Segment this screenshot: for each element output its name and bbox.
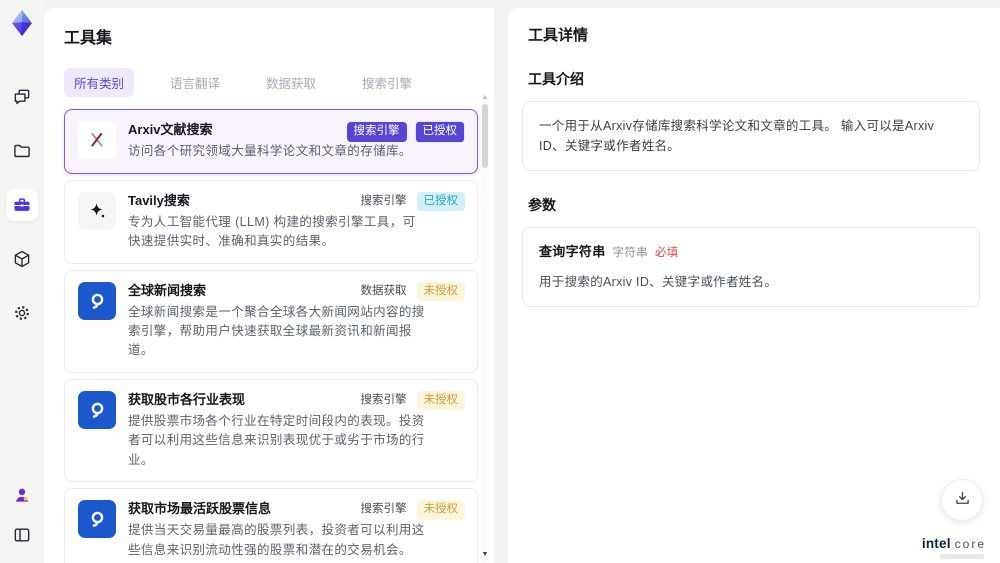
- rail-nav: [6, 81, 38, 329]
- sidebar-toggle-icon[interactable]: [6, 519, 38, 551]
- page-title: 工具集: [64, 30, 113, 47]
- content-area: 工具集 所有类别 语言翻译 数据获取 搜索引擎 Arxiv文献搜索 访问各个研究…: [44, 8, 1000, 563]
- sidebar: [0, 0, 44, 563]
- scroll-down-arrow[interactable]: ▼: [481, 551, 489, 559]
- rail-bottom: [6, 479, 38, 551]
- tool-icon: [78, 191, 116, 230]
- detail-title: 工具详情: [528, 27, 589, 44]
- tool-card[interactable]: 获取股市各行业表现 提供股票市场各个行业在特定时间段内的表现。投资者可以利用这些…: [64, 378, 478, 483]
- category-tab[interactable]: 搜索引擎: [352, 68, 422, 97]
- tool-card[interactable]: Tavily搜索 专为人工智能代理 (LLM) 构建的搜索引擎工具，可快速提供实…: [64, 179, 478, 264]
- tool-card[interactable]: 全球新闻搜索 全球新闻搜索是一个聚合全球各大新闻网站内容的搜索引擎，帮助用户快速…: [64, 269, 478, 373]
- category-tab[interactable]: 语言翻译: [160, 68, 230, 97]
- category-badge: 搜索引擎: [360, 194, 407, 207]
- toolbox-icon[interactable]: [6, 189, 38, 221]
- category-tab[interactable]: 所有类别: [64, 68, 135, 97]
- tool-icon: [78, 121, 116, 159]
- tool-description: 访问各个研究领域大量科学论文和文章的存储库。: [128, 144, 412, 159]
- app-logo-icon: [8, 9, 36, 37]
- auth-status-badge: 未授权: [416, 390, 465, 411]
- tool-icon: [78, 500, 116, 539]
- param-type: 字符串: [612, 247, 648, 259]
- core-wordmark: core: [954, 537, 986, 551]
- tool-description: 提供当天交易量最高的股票列表，投资者可以利用这些信息来识别流动性强的股票和潜在的…: [128, 523, 425, 557]
- settings-gear-icon[interactable]: [6, 297, 38, 329]
- logo-subtext: [940, 554, 984, 559]
- package-icon[interactable]: [6, 243, 38, 275]
- chat-icon[interactable]: [6, 81, 38, 113]
- tool-intro-text: 一个用于从Arxiv存储库搜索科学论文和文章的工具。 输入可以是Arxiv ID…: [522, 101, 980, 171]
- category-tab[interactable]: 数据获取: [256, 68, 326, 97]
- tool-card[interactable]: Arxiv文献搜索 访问各个研究领域大量科学论文和文章的存储库。 搜索引擎 已授…: [64, 109, 478, 174]
- download-icon: [953, 489, 972, 511]
- tool-description: 全球新闻搜索是一个聚合全球各大新闻网站内容的搜索引擎，帮助用户快速获取全球最新资…: [128, 304, 425, 358]
- intel-core-logo: intel core: [922, 536, 986, 551]
- intel-wordmark: intel: [921, 536, 951, 551]
- tool-list: Arxiv文献搜索 访问各个研究领域大量科学论文和文章的存储库。 搜索引擎 已授…: [64, 109, 478, 563]
- param-name: 查询字符串: [539, 244, 606, 259]
- auth-status-badge: 已授权: [416, 191, 465, 212]
- tool-description: 提供股票市场各个行业在特定时间段内的表现。投资者可以利用这些信息来识别表现优于或…: [128, 414, 425, 467]
- category-badge: 搜索引擎: [360, 393, 407, 406]
- folder-icon[interactable]: [6, 135, 38, 167]
- category-badge: 搜索引擎: [346, 122, 407, 142]
- params-heading: 参数: [528, 197, 556, 213]
- tool-icon: [78, 281, 116, 320]
- app-root: 工具集 所有类别 语言翻译 数据获取 搜索引擎 Arxiv文献搜索 访问各个研究…: [0, 0, 1000, 563]
- param-desc: 用于搜索的Arxiv ID、关键字或作者姓名。: [539, 274, 778, 289]
- category-tabs: 所有类别 语言翻译 数据获取 搜索引擎: [64, 68, 474, 97]
- scroll-up-arrow[interactable]: ▲: [481, 94, 489, 102]
- param-required-flag: 必填: [654, 247, 679, 259]
- intro-heading: 工具介绍: [528, 71, 584, 87]
- auth-status-badge: 未授权: [416, 500, 465, 520]
- auth-status-badge: 已授权: [414, 121, 465, 143]
- tools-panel: 工具集 所有类别 语言翻译 数据获取 搜索引擎 Arxiv文献搜索 访问各个研究…: [44, 8, 494, 563]
- auth-status-badge: 未授权: [416, 281, 465, 301]
- tool-description: 专为人工智能代理 (LLM) 构建的搜索引擎工具，可快速提供实时、准确和真实的结…: [128, 214, 416, 249]
- user-icon[interactable]: [6, 479, 38, 511]
- detail-panel: 工具详情 工具介绍 一个用于从Arxiv存储库搜索科学论文和文章的工具。 输入可…: [508, 8, 1000, 563]
- tool-icon: [78, 390, 116, 429]
- panel-divider: [494, 8, 508, 563]
- download-button[interactable]: [941, 479, 983, 521]
- tool-card[interactable]: 获取市场最活跃股票信息 提供当天交易量最高的股票列表，投资者可以利用这些信息来识…: [64, 488, 478, 563]
- scroll-thumb[interactable]: [482, 104, 488, 168]
- param-box: 查询字符串 字符串 必填 用于搜索的Arxiv ID、关键字或作者姓名。: [522, 227, 980, 307]
- category-badge: 搜索引擎: [360, 503, 407, 516]
- list-scrollbar[interactable]: ▲ ▼: [481, 94, 489, 563]
- category-badge: 数据获取: [360, 284, 407, 297]
